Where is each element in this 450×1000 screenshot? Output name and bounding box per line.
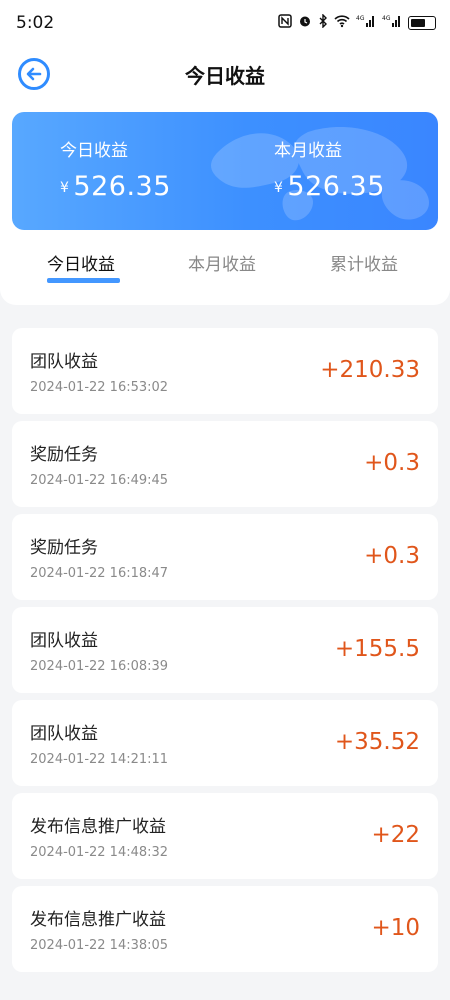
list-item[interactable]: 奖励任务 2024-01-22 16:49:45 +0.3 [12, 421, 438, 507]
list-item[interactable]: 团队收益 2024-01-22 14:21:11 +35.52 [12, 700, 438, 786]
record-amount: +35.52 [334, 729, 420, 755]
month-earnings: 本月收益 ¥526.35 [274, 136, 385, 202]
month-earnings-amount: 526.35 [287, 171, 385, 202]
record-time: 2024-01-22 14:38:05 [30, 938, 169, 953]
signal-4g-icon: 4G [382, 14, 402, 31]
today-earnings-amount: 526.35 [73, 171, 171, 202]
period-tabs: 今日收益 本月收益 累计收益 [0, 250, 450, 290]
month-earnings-label: 本月收益 [274, 141, 342, 161]
currency-symbol: ¥ [274, 180, 284, 196]
record-amount: +0.3 [364, 543, 420, 569]
signal-4g-icon: 4G [356, 14, 376, 31]
battery-icon [408, 15, 436, 30]
page-title: 今日收益 [185, 64, 265, 88]
record-time: 2024-01-22 16:18:47 [30, 566, 169, 581]
currency-symbol: ¥ [60, 180, 70, 196]
status-time: 5:02 [16, 13, 55, 33]
record-title: 团队收益 [30, 352, 98, 372]
record-amount: +22 [371, 822, 420, 848]
record-amount: +155.5 [334, 636, 420, 662]
status-bar: 5:02 4G 4G [0, 0, 450, 48]
tab-today[interactable]: 今日收益 [47, 250, 115, 275]
svg-text:4G: 4G [356, 15, 365, 22]
record-time: 2024-01-22 16:08:39 [30, 659, 169, 674]
record-title: 奖励任务 [30, 538, 98, 558]
record-time: 2024-01-22 14:48:32 [30, 845, 169, 860]
summary-panel: 今日收益 ¥526.35 本月收益 ¥526.35 今日收益 本月收益 累计收益 [0, 100, 450, 305]
nfc-icon [278, 14, 292, 31]
today-earnings: 今日收益 ¥526.35 [60, 136, 171, 202]
record-time: 2024-01-22 14:21:11 [30, 752, 169, 767]
tab-total[interactable]: 累计收益 [330, 250, 398, 275]
tab-month[interactable]: 本月收益 [188, 250, 256, 275]
status-icons: 4G 4G [278, 13, 436, 31]
earnings-record-list: 团队收益 2024-01-22 16:53:02 +210.33 奖励任务 20… [12, 328, 438, 979]
record-title: 团队收益 [30, 724, 98, 744]
record-title: 发布信息推广收益 [30, 910, 166, 930]
list-item[interactable]: 发布信息推广收益 2024-01-22 14:48:32 +22 [12, 793, 438, 879]
svg-text:4G: 4G [382, 15, 391, 22]
record-title: 奖励任务 [30, 445, 98, 465]
record-time: 2024-01-22 16:53:02 [30, 380, 169, 395]
earnings-summary-card: 今日收益 ¥526.35 本月收益 ¥526.35 [12, 112, 438, 230]
today-earnings-label: 今日收益 [60, 141, 128, 161]
bluetooth-icon [318, 13, 328, 31]
today-earnings-value: ¥526.35 [60, 171, 171, 202]
active-tab-indicator [47, 278, 120, 283]
wifi-icon [334, 14, 350, 31]
record-amount: +0.3 [364, 450, 420, 476]
record-time: 2024-01-22 16:49:45 [30, 473, 169, 488]
list-item[interactable]: 发布信息推广收益 2024-01-22 14:38:05 +10 [12, 886, 438, 972]
header: 今日收益 [0, 48, 450, 102]
month-earnings-value: ¥526.35 [274, 171, 385, 202]
list-item[interactable]: 团队收益 2024-01-22 16:08:39 +155.5 [12, 607, 438, 693]
record-title: 发布信息推广收益 [30, 817, 166, 837]
record-title: 团队收益 [30, 631, 98, 651]
record-amount: +10 [371, 915, 420, 941]
list-item[interactable]: 奖励任务 2024-01-22 16:18:47 +0.3 [12, 514, 438, 600]
record-amount: +210.33 [320, 357, 420, 383]
alarm-icon [298, 14, 312, 31]
list-item[interactable]: 团队收益 2024-01-22 16:53:02 +210.33 [12, 328, 438, 414]
